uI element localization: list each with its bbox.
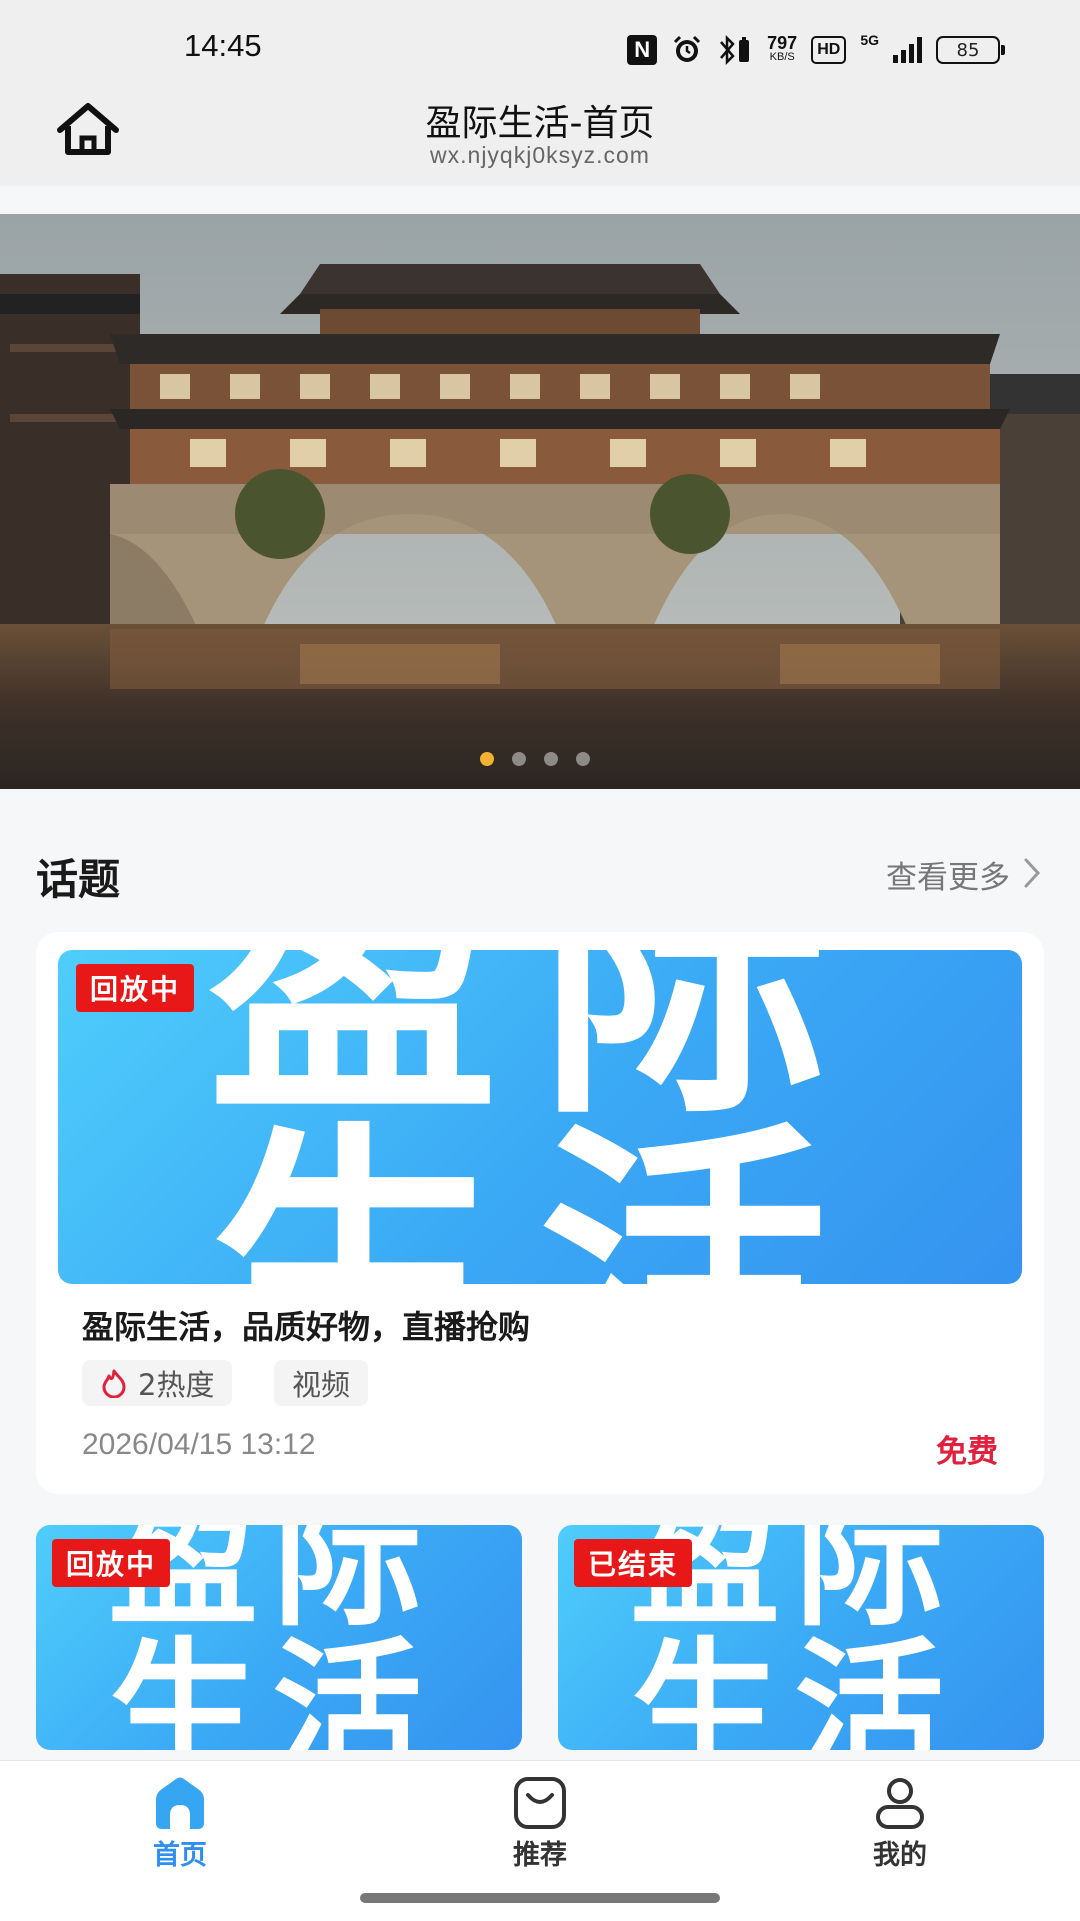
topic-cover-image: 盈际 生活 回放中 — [36, 1525, 522, 1750]
cover-text-bottom: 生活 — [630, 1625, 959, 1750]
topic-title: 盈际生活，品质好物，直播抢购 — [82, 1308, 531, 1346]
bluetooth-battery-icon — [720, 34, 750, 66]
nav-label: 我的 — [873, 1840, 927, 1871]
featured-topic-card[interactable]: 盈际 生活 回放中 盈际生活，品质好物，直播抢购 2热度 视频 2026/04/… — [36, 932, 1044, 1494]
top-bar: 14:45 N 797 KB/S HD 5G 85 盈际生活-首页 wx.njy… — [0, 0, 1080, 186]
page-title: 盈际生活-首页 — [425, 103, 655, 144]
banner-dots — [480, 752, 590, 766]
alarm-icon — [674, 35, 701, 62]
nav-item-recommend[interactable]: 推荐 — [440, 1761, 640, 1871]
chevron-right-icon[interactable] — [1020, 856, 1044, 890]
signal-icon — [893, 37, 922, 63]
flame-icon — [102, 1369, 126, 1398]
topic-card[interactable]: 盈际 生活 回放中 — [36, 1525, 522, 1750]
topic-date: 2026/04/15 13:12 — [82, 1428, 316, 1461]
status-badge: 回放中 — [76, 964, 195, 1012]
topics-title: 话题 — [36, 855, 121, 904]
nav-item-home[interactable]: 首页 — [80, 1761, 280, 1871]
nav-label: 首页 — [153, 1840, 207, 1871]
cover-text-bottom: 生活 — [108, 1625, 437, 1750]
nav-label: 推荐 — [513, 1840, 567, 1871]
home-indicator[interactable] — [360, 1893, 720, 1903]
view-more-link[interactable]: 查看更多 — [886, 852, 1010, 897]
banner-dot[interactable] — [512, 752, 526, 766]
banner-image — [0, 214, 1080, 789]
home-icon — [156, 1777, 204, 1829]
battery-icon: 85 — [936, 36, 1005, 64]
nav-item-mine[interactable]: 我的 — [800, 1761, 1000, 1871]
status-icons: N 797 KB/S HD 5G 85 — [627, 30, 1005, 70]
banner-dot[interactable] — [576, 752, 590, 766]
banner-carousel[interactable] — [0, 214, 1080, 789]
status-time: 14:45 — [184, 28, 262, 63]
cover-text-bottom: 生活 — [208, 1101, 868, 1285]
shopping-bag-icon — [514, 1777, 566, 1829]
status-badge: 回放中 — [52, 1539, 171, 1587]
user-icon — [876, 1778, 924, 1829]
page-url: wx.njyqkj0ksyz.com — [430, 142, 650, 168]
status-badge: 已结束 — [574, 1539, 693, 1587]
type-tag: 视频 — [274, 1360, 369, 1406]
net-speed: 797 KB/S — [767, 33, 798, 63]
hd-icon: HD — [811, 36, 847, 64]
topic-cover-image: 盈际 生活 已结束 — [558, 1525, 1044, 1750]
topic-price: 免费 — [936, 1434, 998, 1470]
banner-dot-active[interactable] — [480, 752, 494, 766]
heat-tag: 2热度 — [82, 1360, 233, 1406]
nfc-icon: N — [627, 35, 658, 65]
network-type: 5G — [860, 32, 879, 48]
banner-dot[interactable] — [544, 752, 558, 766]
topic-card[interactable]: 盈际 生活 已结束 — [558, 1525, 1044, 1750]
topic-cover-image: 盈际 生活 回放中 — [58, 950, 1022, 1284]
